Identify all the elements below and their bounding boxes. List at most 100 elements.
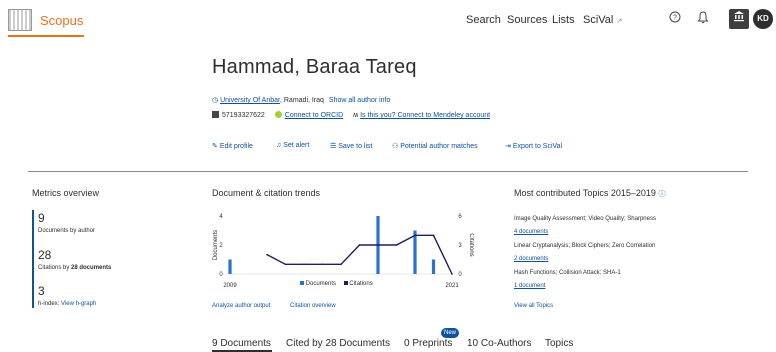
connect-mendeley-link[interactable]: Is this you? Connect to Mendeley account: [360, 112, 490, 119]
right-axis-label: Citations: [468, 233, 474, 256]
mendeley-icon: ʍ: [353, 112, 359, 119]
export-scival-button[interactable]: ⇥ Export to SciVal: [505, 142, 562, 150]
x-tick-last: 2021: [445, 283, 459, 289]
brand-name: Scopus: [40, 12, 84, 28]
author-name: Hammad, Baraa Tareq: [212, 56, 417, 78]
topics-title-text: Most contributed Topics 2015–2019: [514, 188, 656, 198]
citations-point-2015: [340, 263, 342, 266]
h-index-value: 3: [38, 284, 45, 298]
left-axis-tick-0: 0: [219, 272, 223, 278]
show-all-author-info-link[interactable]: Show all author info: [329, 97, 390, 104]
documents-bar-2019: [413, 230, 417, 274]
legend-documents-label: Documents: [305, 281, 337, 287]
trends-title: Document & citation trends: [212, 188, 321, 198]
left-axis-label: Documents: [213, 230, 219, 260]
h-index-line: h-index: View h-graph: [38, 301, 96, 307]
tab-documents[interactable]: 9 Documents: [212, 338, 271, 349]
tab-cited-by[interactable]: Cited by 28 Documents: [286, 338, 390, 349]
info-icon[interactable]: ⓘ: [658, 191, 665, 198]
save-to-list-label: Save to list: [338, 143, 373, 150]
identifiers-line: 57193327622 Connect to ORCID ʍ Is this y…: [212, 111, 490, 119]
tab-preprints[interactable]: 0 Preprints: [404, 338, 452, 349]
bell-outline-icon: ♫: [276, 142, 282, 149]
topic-2-docs-link[interactable]: 2 documents: [514, 256, 548, 262]
right-axis-tick-6: 6: [458, 214, 462, 220]
citations-point-2021: [451, 273, 453, 275]
save-to-list-button[interactable]: ☰ Save to list: [330, 142, 372, 150]
pencil-icon: ✎: [212, 143, 218, 150]
citations-point-2013: [303, 263, 305, 266]
potential-matches-button[interactable]: ⚇ Potential author matches: [392, 142, 478, 150]
citations-label-prefix: Citations by: [38, 265, 72, 271]
orcid-icon: [274, 111, 282, 118]
affiliation-location: , Ramadi, Iraq: [279, 97, 324, 104]
metrics-overview-title: Metrics overview: [32, 188, 100, 198]
citations-point-2011: [266, 253, 268, 256]
top-bar: Scopus Search Sources Lists SciVal ↗ ? K…: [0, 0, 776, 40]
x-tick-first: 2009: [223, 283, 237, 289]
legend-citations-swatch: [343, 281, 348, 285]
right-axis-tick-0: 0: [458, 272, 462, 278]
potential-matches-label: Potential author matches: [400, 143, 478, 150]
elsevier-tree-icon: [8, 9, 32, 31]
topics-title: Most contributed Topics 2015–2019 ⓘ: [514, 188, 665, 199]
nav-search[interactable]: Search: [466, 14, 501, 26]
documents-bar-2020: [431, 259, 436, 274]
documents-bar-2009: [228, 259, 232, 274]
citations-point-2019: [414, 234, 416, 237]
scopus-logo[interactable]: Scopus: [8, 6, 84, 34]
topic-3-docs-link[interactable]: 1 document: [514, 283, 545, 289]
topic-3-name: Hash Functions; Collision Attack; SHA-1: [514, 270, 621, 276]
citations-point-2017: [377, 244, 379, 246]
chart-legend: Documents Citations: [300, 281, 373, 287]
left-axis-tick-2: 2: [219, 243, 223, 249]
location-icon: ◷: [212, 97, 219, 104]
view-all-topics-link[interactable]: View all Topics: [514, 303, 553, 309]
tab-topics[interactable]: Topics: [545, 338, 573, 349]
topic-1-name: Image Quality Assessment; Video Quality;…: [514, 216, 656, 222]
citations-point-2014: [321, 263, 324, 266]
help-icon[interactable]: ?: [667, 11, 683, 27]
nav-scival[interactable]: SciVal ↗: [583, 14, 622, 26]
legend-citations-label: Citations: [349, 281, 373, 287]
topic-1-docs-link[interactable]: 4 documents: [514, 229, 548, 235]
set-alert-label: Set alert: [283, 142, 310, 149]
id-card-icon: [212, 111, 219, 118]
left-axis-tick-4: 4: [219, 214, 223, 220]
citations-point-2016: [358, 244, 361, 246]
citations-point-2020: [432, 234, 435, 237]
citation-overview-link[interactable]: Citation overview: [290, 303, 336, 309]
edit-profile-button[interactable]: ✎ Edit profile: [212, 142, 253, 150]
citations-point-2012: [284, 263, 287, 266]
nav-scival-label: SciVal: [583, 14, 614, 26]
nav-sources[interactable]: Sources: [507, 14, 547, 26]
topic-2-name: Linear Cryptanalysis; Block Ciphers; Zer…: [514, 243, 656, 249]
section-divider: [28, 171, 748, 172]
citations-point-2018: [395, 244, 398, 246]
export-icon: ⇥: [505, 143, 511, 150]
affiliation-link[interactable]: University Of Anbar: [220, 97, 280, 104]
logo-underline: [8, 35, 84, 37]
bell-icon[interactable]: [695, 11, 711, 27]
right-axis-tick-3: 3: [458, 243, 462, 249]
user-avatar[interactable]: KD: [753, 9, 773, 29]
documents-count: 9: [38, 211, 45, 225]
legend-documents-swatch: [300, 281, 304, 285]
connect-orcid-link[interactable]: Connect to ORCID: [285, 112, 343, 119]
citations-label-docs: 28 documents: [71, 265, 112, 271]
export-scival-label: Export to SciVal: [512, 143, 563, 150]
view-h-graph-link[interactable]: View h-graph: [61, 301, 96, 307]
author-id: 57193327622: [222, 112, 265, 119]
svg-text:?: ?: [673, 15, 677, 22]
documents-label: Documents by author: [38, 228, 96, 234]
tab-co-authors[interactable]: 10 Co-Authors: [467, 338, 531, 349]
people-icon: ⚇: [392, 143, 399, 150]
edit-profile-label: Edit profile: [219, 143, 253, 150]
nav-lists[interactable]: Lists: [552, 14, 575, 26]
analyze-author-output-link[interactable]: Analyze author output: [212, 303, 270, 309]
list-icon: ☰: [330, 143, 337, 150]
institution-icon[interactable]: [729, 9, 749, 29]
set-alert-button[interactable]: ♫ Set alert: [276, 142, 309, 149]
citations-line: [266, 234, 453, 275]
external-link-icon: ↗: [616, 18, 623, 25]
